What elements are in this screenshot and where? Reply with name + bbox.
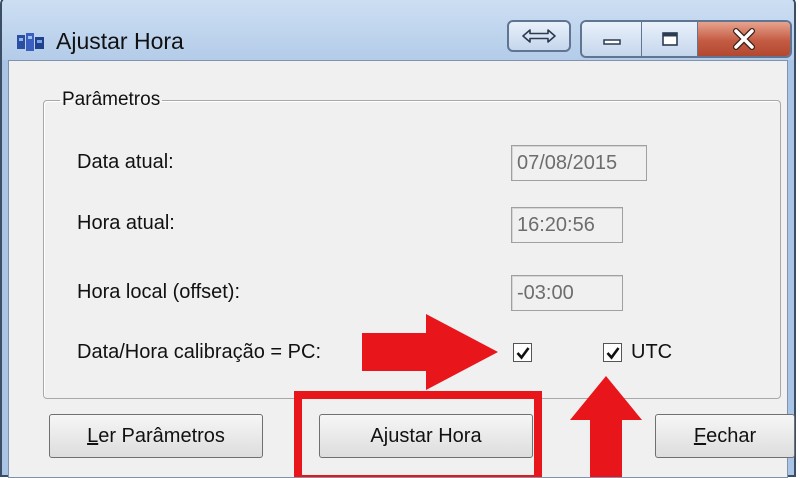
- checkmark-icon: [516, 347, 530, 360]
- dialog-client-area: Parâmetros Data atual: 07/08/2015 Hora a…: [8, 60, 795, 478]
- close-button[interactable]: [698, 22, 790, 56]
- ler-parametros-button[interactable]: Ler Parâmetros: [49, 414, 263, 458]
- data-atual-label: Data atual:: [77, 151, 174, 173]
- ler-label-rest: er Parâmetros: [98, 424, 225, 447]
- data-atual-field[interactable]: 07/08/2015: [511, 145, 647, 181]
- fechar-accelerator: F: [693, 424, 707, 447]
- ler-accelerator: L: [87, 424, 99, 447]
- window-title: Ajustar Hora: [56, 28, 184, 54]
- pc-calibration-checkbox[interactable]: [513, 343, 532, 362]
- maximize-button[interactable]: [642, 22, 698, 56]
- checkmark-icon: [606, 347, 620, 360]
- fechar-label-rest: echar: [706, 424, 757, 447]
- calibration-label: Data/Hora calibração = PC:: [77, 341, 322, 363]
- close-icon: [733, 28, 755, 50]
- minimize-icon: [602, 39, 621, 45]
- minimize-button[interactable]: [582, 22, 642, 56]
- hora-atual-field[interactable]: 16:20:56: [511, 207, 623, 243]
- utc-checkbox[interactable]: [603, 343, 622, 362]
- snap-icon: [522, 29, 556, 43]
- hora-local-label: Hora local (offset):: [77, 281, 241, 303]
- snap-button[interactable]: [507, 20, 571, 52]
- hora-local-field[interactable]: -03:00: [511, 275, 623, 311]
- utc-label: UTC: [631, 341, 673, 363]
- ajustar-hora-button[interactable]: Ajustar Hora: [319, 414, 533, 458]
- fechar-button[interactable]: Fechar: [655, 414, 795, 458]
- window: Ajustar Hora Parâmetros Data atual: 07/0…: [0, 0, 796, 478]
- title-bar[interactable]: Ajustar Hora: [2, 0, 794, 60]
- group-legend: Parâmetros: [62, 89, 161, 110]
- window-controls: [580, 20, 792, 58]
- hora-atual-label: Hora atual:: [77, 212, 175, 234]
- app-icon: [17, 33, 44, 51]
- maximize-icon: [661, 32, 678, 46]
